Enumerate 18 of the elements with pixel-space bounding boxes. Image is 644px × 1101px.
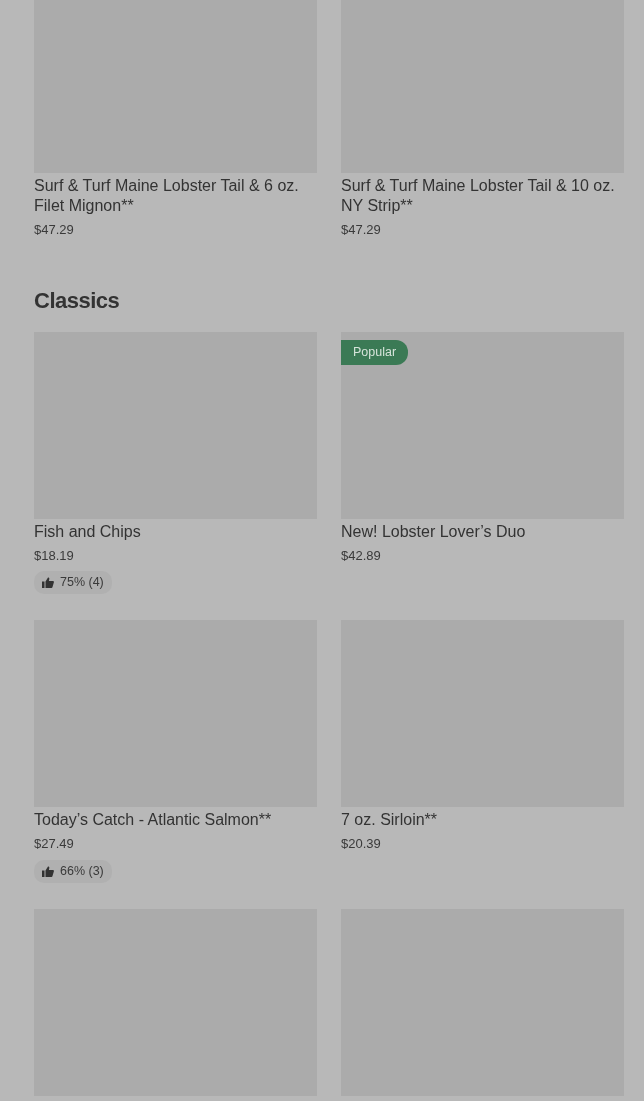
- dish-price: $47.29: [34, 221, 75, 239]
- thumbs-up-icon: [42, 865, 54, 877]
- dish-name: 7 oz. Sirloin**: [341, 810, 439, 831]
- dish-price: $18.19: [34, 546, 75, 565]
- dish-price: $42.89: [341, 546, 382, 565]
- dish-name: Fish and Chips: [34, 521, 142, 542]
- dish-name: Surf & Turf Maine Lobster Tail & 10 oz. NY Strip**: [341, 176, 616, 216]
- dish-name: Surf & Turf Maine Lobster Tail & 6 oz. Filet Mignon**: [34, 176, 300, 216]
- dish-name: New! Lobster Lover’s Duo: [341, 521, 527, 542]
- rating-text: 66% (3): [60, 862, 104, 880]
- popular-badge: Popular: [341, 339, 409, 365]
- dish-name: Today’s Catch - Atlantic Salmon**: [34, 810, 273, 831]
- dish-price: $20.39: [341, 835, 382, 854]
- dish-price: $47.29: [341, 221, 382, 239]
- rating-text: 75% (4): [60, 574, 104, 592]
- section-heading: Classics: [34, 287, 121, 314]
- dish-price: $27.49: [34, 835, 75, 854]
- thumbs-up-icon: [42, 577, 54, 589]
